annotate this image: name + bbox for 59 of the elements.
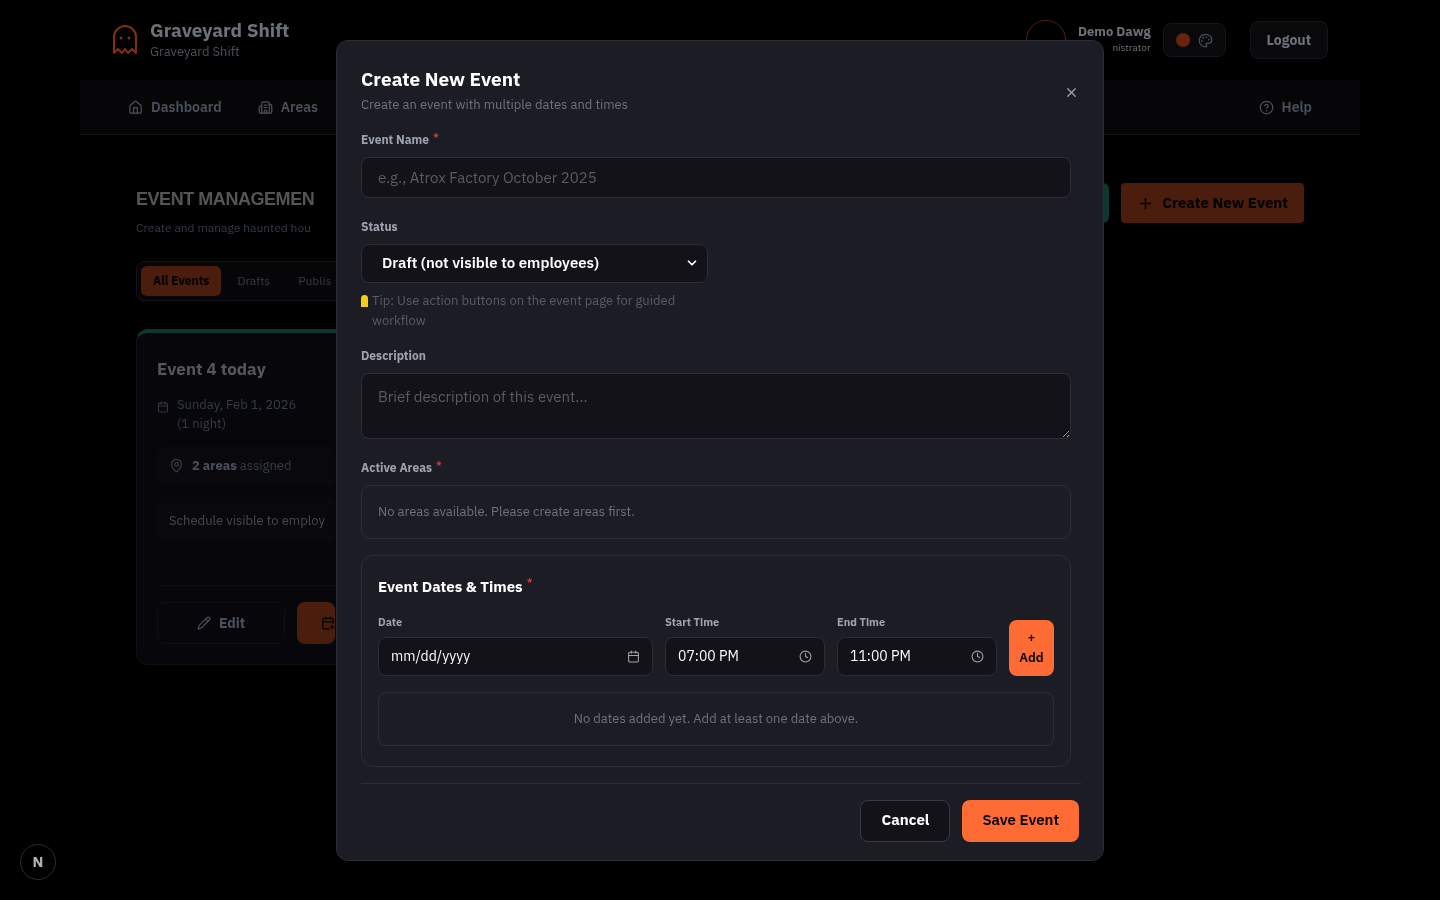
status-select[interactable]: Draft (not visible to employees)	[361, 243, 708, 283]
dates-empty-text: No dates added yet. Add at least one date above.	[573, 708, 859, 729]
clock-icon	[971, 649, 984, 663]
event-date: Sunday, Feb 1, 2026	[177, 394, 297, 414]
schedule-text: Schedule visible to employ	[169, 512, 325, 529]
theme-switcher[interactable]	[1162, 23, 1226, 57]
dialog-title: Create New Event	[361, 66, 521, 93]
map-pin-icon	[169, 457, 184, 473]
field-label: Start Time	[665, 614, 721, 631]
ghost-logo-icon	[112, 25, 138, 55]
page-subtitle: Create and manage haunted hou	[136, 219, 312, 237]
field-label: End Time	[837, 614, 887, 631]
areas-empty-text: No areas available. Please create areas first.	[378, 501, 635, 522]
nav-link[interactable]: Areas	[257, 96, 319, 118]
palette-icon	[1197, 32, 1213, 48]
edit-button[interactable]: Edit	[157, 602, 285, 644]
pencil-icon	[196, 616, 211, 630]
dates-title: Event Dates & Times	[378, 575, 523, 598]
calendar-icon	[627, 649, 640, 663]
building-icon	[257, 99, 273, 115]
description-input[interactable]: Brief description of this event...	[361, 372, 1071, 439]
clock-icon	[799, 649, 812, 663]
save-event-button[interactable]: Save Event	[962, 799, 1079, 842]
lightbulb-icon	[361, 294, 368, 307]
time-input[interactable]: 11:00 PM	[837, 636, 997, 676]
schedule-button[interactable]	[297, 602, 335, 644]
time-input[interactable]: 07:00 PM	[665, 636, 825, 676]
event-name-input[interactable]: e.g., Atrox Factory October 2025	[361, 156, 1071, 198]
field-label: Active Areas	[361, 458, 433, 477]
field-label: Status	[361, 217, 399, 236]
required-mark: *	[436, 458, 442, 477]
theme-color-icon	[1175, 33, 1190, 47]
help-icon	[1258, 99, 1274, 115]
calendar-icon	[157, 400, 169, 413]
user-role: nistrator	[1112, 40, 1151, 56]
nav-link[interactable]: Dashboard	[128, 96, 222, 118]
areas-text: 2 areas assigned	[192, 455, 292, 475]
required-mark: *	[432, 130, 439, 149]
app-title: Graveyard Shift	[150, 18, 290, 43]
required-mark: *	[526, 575, 533, 594]
logout-button[interactable]: Logout	[1249, 21, 1328, 59]
field-label: Description	[361, 346, 427, 365]
cancel-button[interactable]: Cancel	[860, 799, 951, 842]
event-title: Event 4 today	[157, 357, 267, 382]
date-input[interactable]: mm/dd/yyyy	[378, 636, 653, 676]
field-label: Date	[378, 614, 404, 631]
status-tip: Tip: Use action buttons on the event page for guided workflow	[372, 290, 677, 331]
add-date-button[interactable]: + Add	[1009, 619, 1054, 676]
next-badge[interactable]: N	[20, 844, 56, 880]
user-name: Demo Dawg	[1077, 24, 1151, 40]
page-title: EVENT MANAGEMEN	[136, 188, 315, 211]
dialog-subtitle: Create an event with multiple dates and times	[361, 95, 630, 115]
app-subtitle: Graveyard Shift	[150, 42, 241, 62]
home-icon	[128, 99, 143, 115]
field-label: Event Name	[361, 130, 429, 149]
event-nights: (1 night)	[177, 414, 228, 434]
calendar-icon	[321, 616, 335, 630]
help-link[interactable]: Help	[1258, 96, 1312, 118]
close-button[interactable]	[1064, 85, 1079, 100]
